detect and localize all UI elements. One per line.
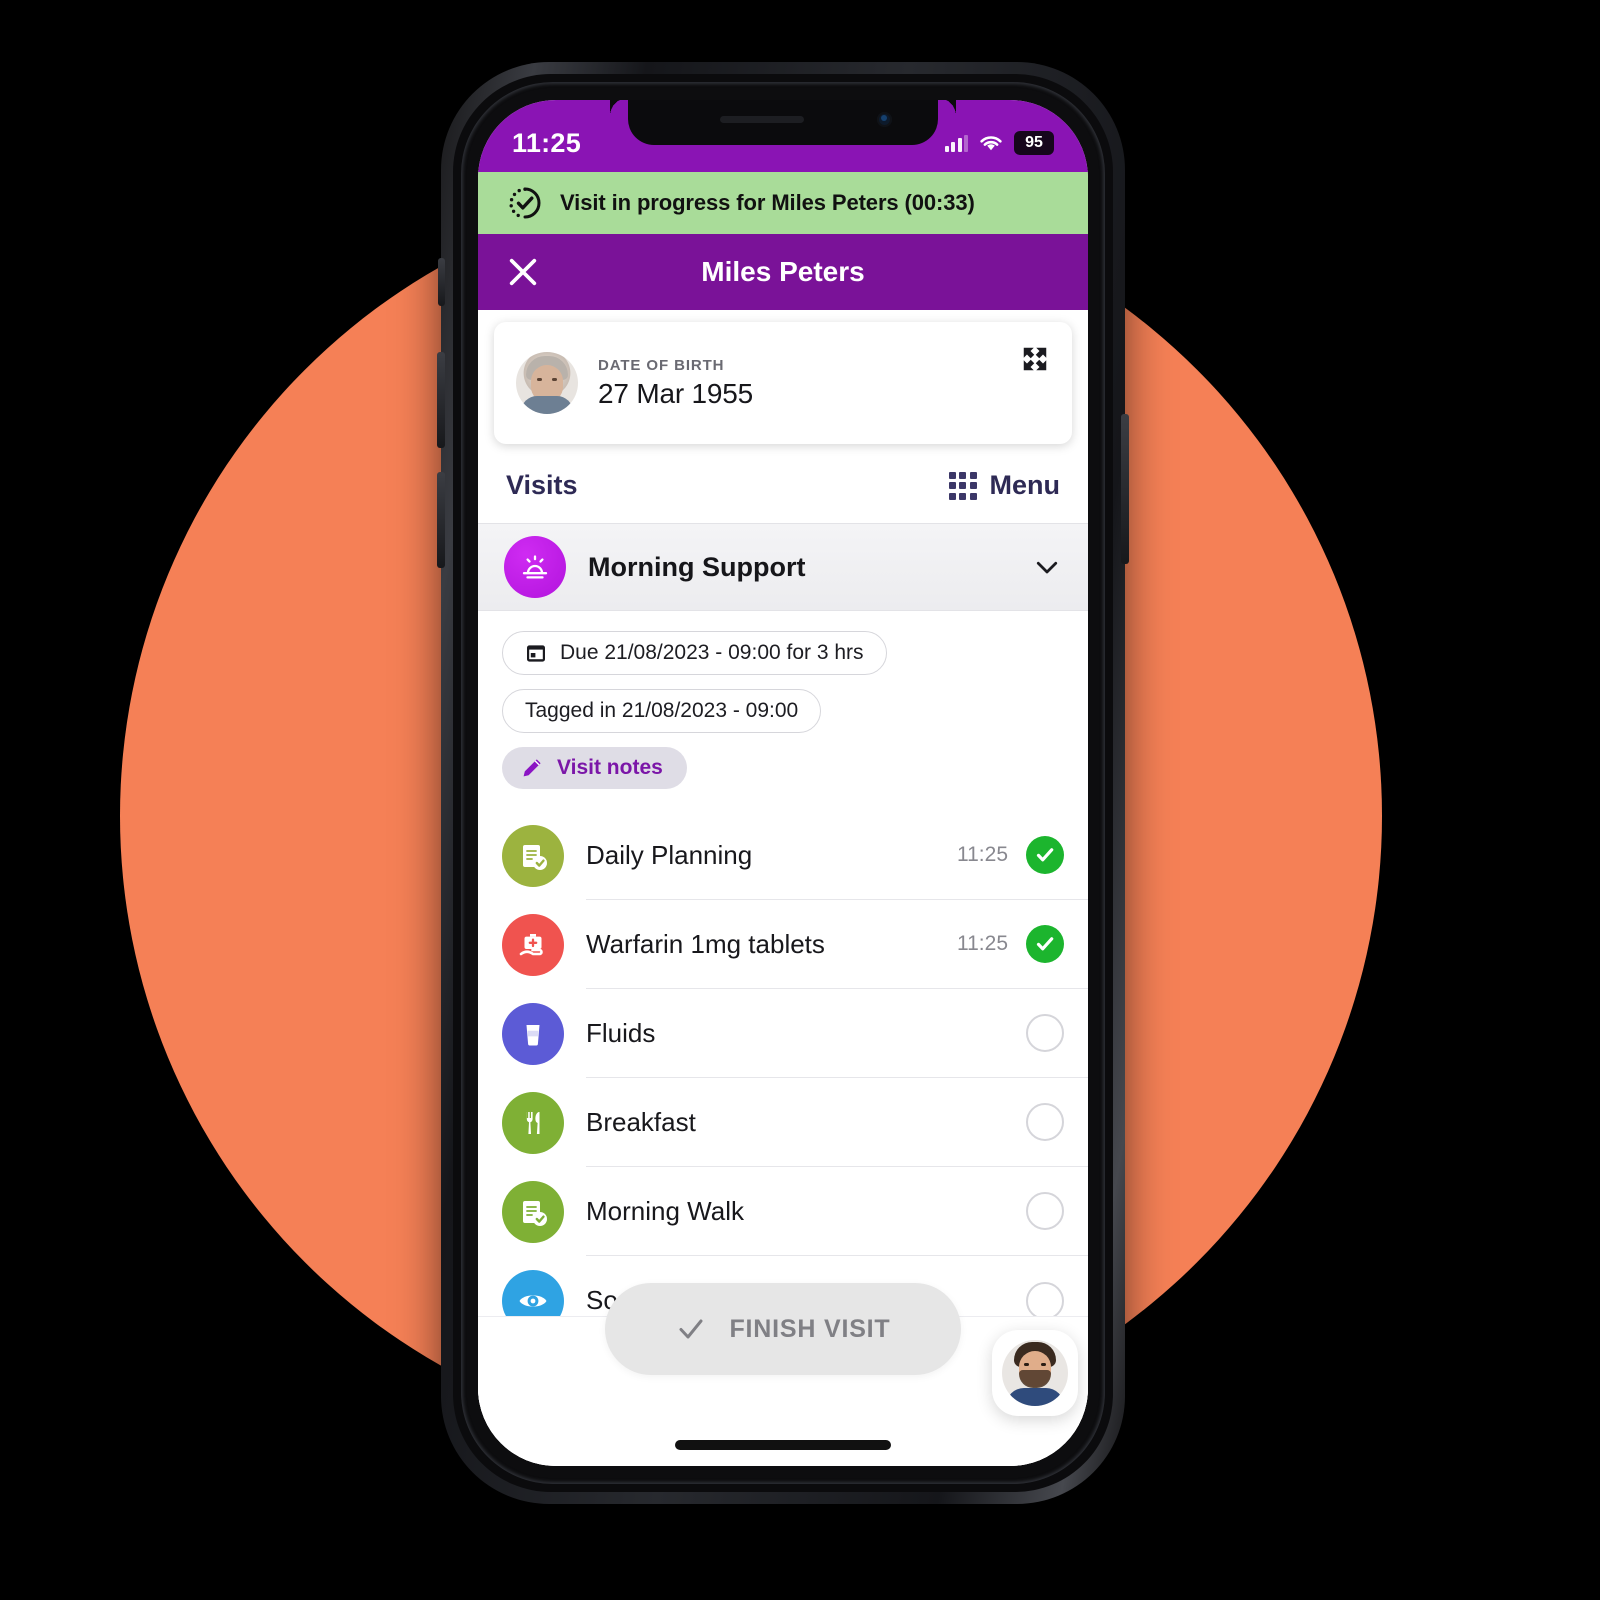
task-list: Daily Planning 11:25 Warfarin 1mg tablet… bbox=[478, 805, 1088, 1345]
status-time: 11:25 bbox=[512, 127, 582, 158]
chevron-down-icon[interactable] bbox=[1032, 552, 1062, 582]
finish-visit-label: FINISH VISIT bbox=[729, 1314, 891, 1343]
visits-header-row: Visits Menu bbox=[478, 444, 1088, 523]
patient-dob-block: DATE OF BIRTH 27 Mar 1955 bbox=[598, 357, 753, 410]
banner-text: Visit in progress for Miles Peters (00:3… bbox=[560, 190, 975, 215]
medication-hand-icon bbox=[502, 913, 564, 976]
close-icon[interactable] bbox=[506, 255, 540, 289]
task-time: 11:25 bbox=[957, 932, 1008, 955]
clipboard-check-icon bbox=[502, 824, 564, 887]
app-bar: Miles Peters bbox=[478, 234, 1088, 310]
task-label: Warfarin 1mg tablets bbox=[586, 928, 825, 959]
clipboard-check-icon bbox=[502, 1180, 564, 1243]
task-status-checked-icon[interactable] bbox=[1026, 925, 1064, 963]
drink-glass-icon bbox=[502, 1002, 564, 1065]
task-label: Breakfast bbox=[586, 1106, 696, 1137]
task-label: Morning Walk bbox=[586, 1195, 744, 1226]
task-row[interactable]: Fluids bbox=[478, 989, 1088, 1078]
phone-screen: 11:25 95 Visit in progress for Miles Pet… bbox=[478, 100, 1088, 1466]
calendar-icon bbox=[527, 645, 545, 662]
status-indicators: 95 bbox=[944, 131, 1054, 155]
volume-up-button[interactable] bbox=[437, 352, 445, 448]
check-icon bbox=[679, 1319, 703, 1339]
task-status-checked-icon[interactable] bbox=[1026, 836, 1064, 874]
finish-visit-button[interactable]: FINISH VISIT bbox=[605, 1283, 961, 1375]
chip-due[interactable]: Due 21/08/2023 - 09:00 for 3 hrs bbox=[502, 631, 887, 675]
task-label: Daily Planning bbox=[586, 839, 753, 870]
menu-button[interactable]: Menu bbox=[948, 470, 1061, 501]
task-row[interactable]: Daily Planning 11:25 bbox=[478, 811, 1088, 900]
content-area: DATE OF BIRTH 27 Mar 1955 Visits Menu Mo… bbox=[478, 310, 1088, 1466]
task-label: Fluids bbox=[586, 1017, 656, 1048]
task-row[interactable]: Warfarin 1mg tablets 11:25 bbox=[478, 900, 1088, 989]
carer-avatar bbox=[1002, 1340, 1068, 1406]
task-body: Breakfast bbox=[586, 1078, 1088, 1167]
dob-label: DATE OF BIRTH bbox=[598, 356, 725, 374]
wifi-icon bbox=[980, 136, 1002, 151]
chip-tagged[interactable]: Tagged in 21/08/2023 - 09:00 bbox=[502, 689, 822, 733]
task-status-unchecked-icon[interactable] bbox=[1026, 1192, 1064, 1230]
chip-due-label: Due 21/08/2023 - 09:00 for 3 hrs bbox=[560, 641, 864, 664]
visit-in-progress-icon bbox=[509, 187, 541, 219]
sunrise-icon bbox=[504, 536, 566, 598]
dob-value: 27 Mar 1955 bbox=[598, 377, 754, 409]
visit-chips: Due 21/08/2023 - 09:00 for 3 hrs Tagged … bbox=[478, 611, 1088, 805]
cutlery-icon bbox=[502, 1091, 564, 1154]
power-button[interactable] bbox=[1121, 414, 1129, 564]
chip-visit-notes[interactable]: Visit notes bbox=[502, 747, 687, 789]
visit-accordion-header[interactable]: Morning Support bbox=[478, 523, 1088, 611]
task-status-unchecked-icon[interactable] bbox=[1026, 1014, 1064, 1052]
signal-bars-icon bbox=[944, 134, 968, 152]
visits-title: Visits bbox=[506, 470, 578, 500]
task-body: Morning Walk bbox=[586, 1167, 1088, 1256]
patient-card[interactable]: DATE OF BIRTH 27 Mar 1955 bbox=[494, 322, 1072, 444]
battery-badge: 95 bbox=[1014, 131, 1054, 155]
stage: 11:25 95 Visit in progress for Miles Pet… bbox=[0, 0, 1600, 1600]
visit-progress-banner[interactable]: Visit in progress for Miles Peters (00:3… bbox=[478, 172, 1088, 234]
grid-menu-icon bbox=[948, 471, 977, 500]
volume-down-button[interactable] bbox=[437, 472, 445, 568]
mute-switch-button[interactable] bbox=[438, 258, 445, 306]
task-row[interactable]: Morning Walk bbox=[478, 1167, 1088, 1256]
front-camera bbox=[877, 112, 892, 127]
task-status-unchecked-icon[interactable] bbox=[1026, 1281, 1064, 1320]
chip-tagged-label: Tagged in 21/08/2023 - 09:00 bbox=[525, 699, 799, 722]
patient-photo bbox=[516, 352, 578, 414]
menu-label: Menu bbox=[989, 470, 1061, 500]
carer-avatar-fab[interactable] bbox=[992, 1330, 1078, 1416]
task-body: Fluids bbox=[586, 989, 1088, 1078]
home-indicator[interactable] bbox=[675, 1440, 891, 1450]
earpiece-speaker bbox=[720, 116, 804, 123]
task-status-unchecked-icon[interactable] bbox=[1026, 1103, 1064, 1141]
device-notch bbox=[610, 100, 938, 145]
patient-card-wrapper: DATE OF BIRTH 27 Mar 1955 bbox=[478, 310, 1088, 444]
page-title: Miles Peters bbox=[701, 256, 865, 287]
visit-name: Morning Support bbox=[588, 551, 806, 582]
bottom-action-bar: FINISH VISIT bbox=[478, 1283, 1088, 1466]
task-body: Daily Planning 11:25 bbox=[586, 811, 1088, 900]
phone-device: 11:25 95 Visit in progress for Miles Pet… bbox=[437, 62, 1129, 1504]
task-time: 11:25 bbox=[957, 843, 1008, 866]
task-row[interactable]: Breakfast bbox=[478, 1078, 1088, 1167]
expand-icon[interactable] bbox=[1020, 344, 1050, 374]
chip-visit-notes-label: Visit notes bbox=[557, 756, 663, 779]
task-body: Warfarin 1mg tablets 11:25 bbox=[586, 900, 1088, 989]
pencil-icon bbox=[523, 759, 541, 777]
